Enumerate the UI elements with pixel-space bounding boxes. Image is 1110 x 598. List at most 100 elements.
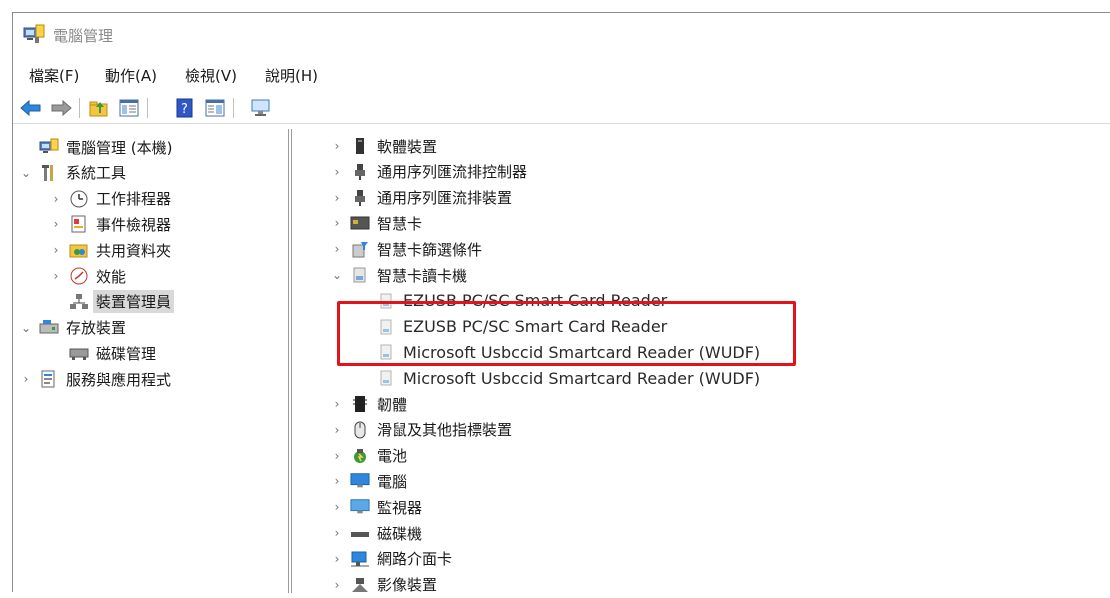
chevron-down-icon[interactable]: ⌄ (19, 321, 33, 335)
window-title: 電腦管理 (53, 27, 114, 45)
chevron-right-icon[interactable]: › (330, 191, 344, 205)
smart-card-icon (350, 213, 370, 233)
device-tree-item[interactable]: › 監視器 (330, 494, 422, 520)
nav-tree-item[interactable]: › 服務與應用程式 (19, 366, 171, 392)
back-arrow-icon[interactable] (19, 96, 43, 120)
nav-tree-item-label: 共用資料夾 (96, 241, 172, 260)
device-tree-item-label: 智慧卡 (377, 214, 423, 233)
menu-file[interactable]: 檔案(F) (29, 65, 79, 86)
device-tree-item[interactable]: › 滑鼠及其他指標裝置 (330, 417, 512, 443)
show-hide-tree-icon[interactable] (117, 96, 141, 120)
nav-tree-item[interactable]: 磁碟管理 (49, 340, 156, 366)
toolbar-separator (79, 98, 80, 118)
device-tree-item-label: 韌體 (377, 395, 408, 414)
svg-text:?: ? (181, 102, 188, 117)
nav-tree-item[interactable]: › 事件檢視器 (49, 211, 171, 237)
title-bar: 電腦管理 (13, 13, 1110, 57)
nav-tree-item-label: 磁碟管理 (96, 344, 157, 363)
chevron-right-icon[interactable]: › (330, 500, 344, 514)
shared-folder-icon (69, 240, 89, 260)
nav-tree-item[interactable]: 電腦管理 (本機) (19, 134, 172, 160)
chevron-right-icon[interactable]: › (330, 397, 344, 411)
nav-tree-item[interactable]: › 工作排程器 (49, 186, 171, 212)
toolbar: ? (13, 93, 1110, 124)
device-tree-item-label: 磁碟機 (377, 524, 423, 543)
nav-tree-item-label: 電腦管理 (本機) (66, 138, 173, 157)
nav-tree-item[interactable]: ⌄ 存放裝置 (19, 315, 126, 341)
usb-controller-icon (350, 162, 370, 182)
nav-tree-item[interactable]: ⌄ 系統工具 (19, 160, 126, 186)
chevron-down-icon[interactable]: ⌄ (19, 166, 33, 180)
chevron-down-icon[interactable]: ⌄ (330, 268, 344, 282)
computer-icon (350, 471, 370, 491)
device-tree-item-label: 智慧卡篩選條件 (377, 240, 483, 259)
toolbar-separator (147, 98, 148, 118)
chevron-right-icon[interactable]: › (330, 216, 344, 230)
event-viewer-icon (69, 214, 89, 234)
network-adapter-icon (350, 549, 370, 569)
nav-tree-item-label: 系統工具 (66, 164, 127, 183)
device-tree-item-label: 電腦 (377, 472, 408, 491)
device-tree-item[interactable]: › 影像裝置 (330, 572, 437, 598)
nav-tree-item[interactable]: › 效能 (49, 263, 126, 289)
chevron-right-icon[interactable]: › (19, 372, 33, 386)
chevron-right-icon[interactable]: › (330, 526, 344, 540)
disk-management-icon (69, 343, 89, 363)
nav-tree-item-label: 事件檢視器 (96, 215, 172, 234)
monitor-icon (350, 497, 370, 517)
chevron-right-icon[interactable]: › (330, 552, 344, 566)
device-tree-item[interactable]: › 電腦 (330, 468, 407, 494)
card-reader-icon (350, 265, 370, 285)
nav-tree-item-label: 效能 (96, 267, 127, 286)
nav-tree-item-label: 存放裝置 (66, 319, 127, 338)
computer-management-icon (39, 137, 59, 157)
device-tree-item[interactable]: › 韌體 (330, 391, 407, 417)
chevron-right-icon[interactable]: › (49, 243, 63, 257)
device-tree-item-label: 滑鼠及其他指標裝置 (377, 421, 513, 440)
device-tree-item-label: 監視器 (377, 498, 423, 517)
clock-icon (69, 189, 89, 209)
device-tree-item[interactable]: › 網路介面卡 (330, 546, 452, 572)
device-tree-item[interactable]: Microsoft Usbccid Smartcard Reader (WUDF… (356, 365, 760, 391)
device-tree-item[interactable]: ⌄ 智慧卡讀卡機 (330, 262, 467, 288)
menu-help[interactable]: 說明(H) (265, 65, 318, 86)
nav-tree-item[interactable]: › 共用資料夾 (49, 237, 171, 263)
chevron-right-icon[interactable]: › (49, 269, 63, 283)
menu-view[interactable]: 檢視(V) (185, 65, 237, 86)
device-tree-item[interactable]: › 通用序列匯流排控制器 (330, 159, 527, 185)
chevron-right-icon[interactable]: › (330, 242, 344, 256)
folder-up-icon[interactable] (87, 96, 111, 120)
device-tree-item[interactable]: › 智慧卡 (330, 210, 422, 236)
device-tree-item[interactable]: › 軟體裝置 (330, 133, 437, 159)
device-tree-item-label: 通用序列匯流排裝置 (377, 189, 513, 208)
help-icon[interactable]: ? (173, 96, 197, 120)
chevron-right-icon[interactable]: › (330, 423, 344, 437)
red-highlight-box (337, 301, 796, 366)
device-tree-item[interactable]: › 磁碟機 (330, 520, 422, 546)
chevron-right-icon[interactable]: › (330, 449, 344, 463)
performance-icon (69, 266, 89, 286)
device-tree-item[interactable]: › 智慧卡篩選條件 (330, 236, 482, 262)
device-tree-item[interactable]: › 通用序列匯流排裝置 (330, 185, 512, 211)
device-tree-item[interactable]: › 電池 (330, 443, 407, 469)
chevron-right-icon[interactable]: › (330, 165, 344, 179)
nav-tree-item-label: 裝置管理員 (93, 290, 175, 314)
menu-action[interactable]: 動作(A) (105, 65, 157, 86)
device-tree-item-label: 網路介面卡 (377, 550, 453, 569)
nav-tree-item-label: 服務與應用程式 (66, 370, 172, 389)
chevron-right-icon[interactable]: › (330, 139, 344, 153)
monitor-icon[interactable] (249, 96, 273, 120)
forward-arrow-icon[interactable] (49, 96, 73, 120)
chevron-right-icon[interactable]: › (330, 578, 344, 592)
properties-icon[interactable] (203, 96, 227, 120)
services-icon (39, 369, 59, 389)
device-tree-item-label: 軟體裝置 (377, 137, 438, 156)
chevron-right-icon[interactable]: › (330, 474, 344, 488)
chevron-right-icon[interactable]: › (49, 192, 63, 206)
nav-tree-item[interactable]: 裝置管理員 (49, 289, 175, 315)
toolbar-separator (233, 98, 234, 118)
chevron-right-icon[interactable]: › (49, 217, 63, 231)
